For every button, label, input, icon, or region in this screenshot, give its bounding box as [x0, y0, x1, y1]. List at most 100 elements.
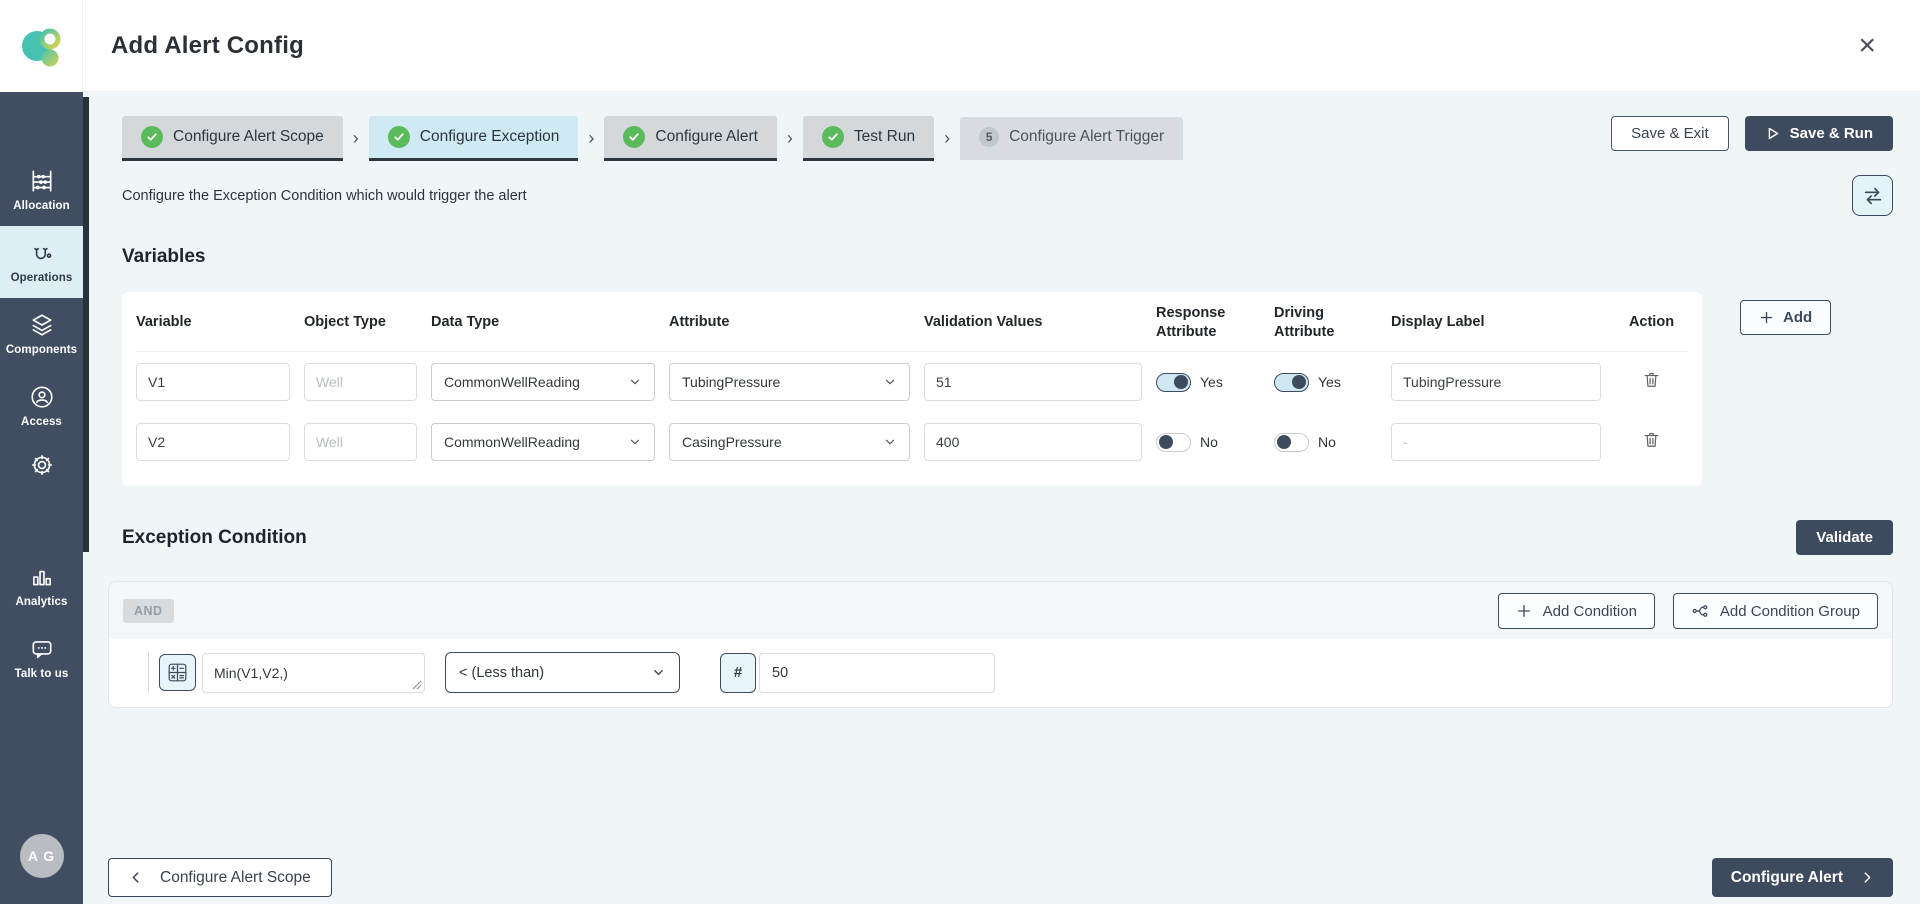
sidebar-item-allocation[interactable]: Allocation — [0, 154, 83, 226]
step-configure-exception[interactable]: Configure Exception — [369, 116, 579, 161]
validation-values-input[interactable] — [924, 363, 1142, 401]
add-condition-group-button[interactable]: Add Condition Group — [1673, 593, 1878, 629]
add-condition-label: Add Condition — [1543, 603, 1637, 620]
sidebar-spacer — [0, 92, 83, 154]
validation-values-input[interactable] — [924, 423, 1142, 461]
app-window: Allocation Operations Components Access — [0, 0, 1920, 904]
data-type-select[interactable]: CommonWellReading — [431, 423, 655, 461]
delete-variable-button[interactable] — [1642, 370, 1661, 389]
response-attribute-toggle[interactable] — [1156, 433, 1191, 452]
col-validation-values: Validation Values — [924, 313, 1156, 331]
sidebar-item-analytics[interactable]: Analytics — [0, 550, 83, 622]
scrollbar-thumb[interactable] — [83, 97, 89, 552]
step-configure-alert-trigger[interactable]: 5 Configure Alert Trigger — [960, 117, 1183, 160]
exception-heading: Exception Condition — [122, 527, 307, 549]
condition-group: AND Add Condition Add Condition Group — [108, 581, 1893, 708]
delete-variable-button[interactable] — [1642, 430, 1661, 449]
group-operator-badge[interactable]: AND — [123, 599, 174, 623]
resize-grip-icon[interactable] — [412, 680, 422, 690]
sidebar-item-talk-to-us[interactable]: Talk to us — [0, 622, 83, 694]
validate-button[interactable]: Validate — [1796, 520, 1893, 555]
driving-attribute-toggle[interactable] — [1274, 433, 1309, 452]
step-label: Configure Alert — [655, 128, 758, 146]
add-variable-button[interactable]: Add — [1740, 300, 1831, 335]
value-type-button[interactable]: # — [720, 653, 756, 693]
logo-icon — [15, 20, 67, 72]
step-label: Configure Alert Scope — [173, 128, 324, 146]
col-variable: Variable — [136, 313, 304, 331]
add-variable-label: Add — [1783, 309, 1812, 326]
expression-input[interactable] — [202, 653, 425, 693]
toggle-knob — [1159, 435, 1173, 449]
condition-row: < (Less than) # — [109, 639, 1892, 707]
col-data-type: Data Type — [431, 313, 669, 331]
attribute-select[interactable]: TubingPressure — [669, 363, 910, 401]
chevron-down-icon — [628, 435, 642, 449]
sidebar-item-access[interactable]: Access — [0, 370, 83, 442]
nesting-guide-line — [148, 652, 149, 693]
col-attribute: Attribute — [669, 313, 924, 331]
step-number-badge: 5 — [979, 127, 999, 147]
response-attribute-state: Yes — [1200, 374, 1223, 390]
attribute-value: CasingPressure — [682, 434, 782, 450]
data-type-select[interactable]: CommonWellReading — [431, 363, 655, 401]
back-button[interactable]: Configure Alert Scope — [108, 858, 332, 897]
trash-icon — [1642, 370, 1661, 389]
chevron-left-icon — [129, 870, 144, 885]
check-circle-icon — [388, 126, 410, 148]
toggle-knob — [1277, 435, 1291, 449]
object-type-input[interactable] — [304, 423, 417, 461]
variable-name-input[interactable] — [136, 423, 290, 461]
display-label-input[interactable] — [1391, 363, 1601, 401]
chevron-down-icon — [883, 435, 897, 449]
save-exit-button[interactable]: Save & Exit — [1611, 116, 1729, 151]
step-label: Test Run — [854, 128, 915, 146]
variables-table-header: Variable Object Type Data Type Attribute… — [136, 294, 1688, 352]
user-avatar[interactable]: A G — [20, 834, 64, 878]
variable-name-input[interactable] — [136, 363, 290, 401]
expression-builder-button[interactable] — [159, 654, 196, 691]
plus-icon — [1516, 603, 1532, 619]
branch-icon — [1691, 602, 1709, 620]
chevron-right-icon: › — [787, 128, 793, 149]
variable-row-1: CommonWellReading TubingPressure Yes — [136, 352, 1688, 412]
chevron-right-icon — [1859, 870, 1874, 885]
add-condition-button[interactable]: Add Condition — [1498, 593, 1655, 629]
bar-chart-icon — [29, 564, 55, 590]
next-button[interactable]: Configure Alert — [1712, 858, 1893, 897]
swap-layout-button[interactable] — [1852, 175, 1893, 216]
variable-row-2: CommonWellReading CasingPressure No — [136, 412, 1688, 472]
sidebar-item-settings[interactable] — [0, 442, 83, 488]
stepper: Configure Alert Scope › Configure Except… — [122, 116, 1183, 161]
sidebar-item-components[interactable]: Components — [0, 298, 83, 370]
close-icon[interactable]: × — [1858, 31, 1876, 61]
calculator-icon — [167, 662, 188, 683]
display-label-input[interactable] — [1391, 423, 1601, 461]
operator-select[interactable]: < (Less than) — [445, 652, 680, 693]
operations-icon — [29, 240, 55, 266]
validate-label: Validate — [1816, 529, 1873, 546]
step-test-run[interactable]: Test Run — [803, 116, 934, 161]
step-label: Configure Exception — [420, 128, 560, 146]
sidebar-item-operations[interactable]: Operations — [0, 226, 83, 298]
save-run-label: Save & Run — [1790, 125, 1873, 142]
stepper-row: Configure Alert Scope › Configure Except… — [108, 116, 1893, 161]
save-run-button[interactable]: Save & Run — [1745, 116, 1893, 151]
sidebar-label-access: Access — [21, 416, 62, 428]
chevron-down-icon — [651, 665, 666, 680]
page-title: Add Alert Config — [111, 32, 304, 60]
back-label: Configure Alert Scope — [160, 869, 311, 887]
operator-value: < (Less than) — [459, 665, 544, 681]
step-configure-alert-scope[interactable]: Configure Alert Scope — [122, 116, 343, 161]
toggle-knob — [1292, 375, 1306, 389]
object-type-input[interactable] — [304, 363, 417, 401]
response-attribute-toggle[interactable] — [1156, 373, 1191, 392]
col-display-label: Display Label — [1370, 313, 1615, 331]
step-configure-alert[interactable]: Configure Alert — [604, 116, 777, 161]
attribute-select[interactable]: CasingPressure — [669, 423, 910, 461]
driving-attribute-toggle[interactable] — [1274, 373, 1309, 392]
data-type-value: CommonWellReading — [444, 434, 580, 450]
data-type-value: CommonWellReading — [444, 374, 580, 390]
app-logo[interactable] — [0, 0, 83, 92]
threshold-value-input[interactable] — [759, 653, 995, 693]
